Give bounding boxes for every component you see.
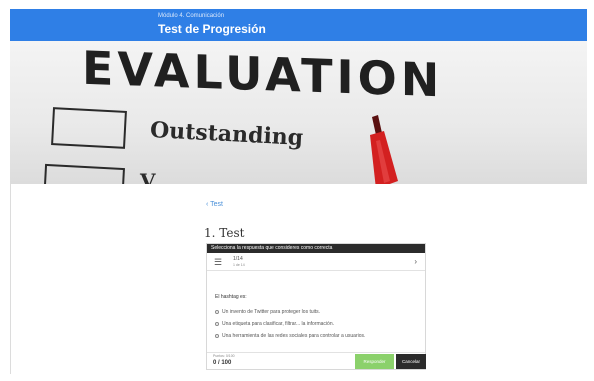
hero-item-outstanding: Outstanding xyxy=(149,117,304,151)
instruction-bar: Selecciona la respuesta que consideres c… xyxy=(207,244,425,253)
divider xyxy=(207,352,425,353)
menu-icon[interactable]: ☰ xyxy=(214,257,222,268)
hero-image: EVALUATION Outstanding V xyxy=(10,41,587,184)
score-value: 0 / 100 xyxy=(213,360,232,366)
page: Módulo 4. Comunicación Test de Progresió… xyxy=(0,0,594,381)
radio-icon[interactable] xyxy=(215,334,219,338)
checkbox-graphic xyxy=(43,163,125,184)
hero-item-fragment: V xyxy=(140,169,156,184)
divider xyxy=(10,184,11,374)
hero-heading: EVALUATION xyxy=(82,41,444,108)
cancel-button[interactable]: Cancelar xyxy=(396,354,426,369)
submit-button[interactable]: Responder xyxy=(355,354,394,369)
quiz-card: Selecciona la respuesta que consideres c… xyxy=(206,243,426,370)
page-title: Test de Progresión xyxy=(158,22,266,36)
question-stem: El hashtag es: xyxy=(215,294,247,300)
answer-option-label: Una herramienta de las redes sociales pa… xyxy=(222,333,366,339)
answer-option-label: Un invento de Twitter para proteger los … xyxy=(222,309,321,315)
answer-option[interactable]: Un invento de Twitter para proteger los … xyxy=(215,309,320,315)
radio-icon[interactable] xyxy=(215,310,219,314)
score-label: Puntos: 0/100 xyxy=(213,354,235,358)
question-nav: ☰ 1/14 1 de 14 › xyxy=(207,253,425,271)
progress-counter: 1/14 xyxy=(233,256,243,262)
back-link[interactable]: ‹ Test xyxy=(206,201,223,208)
chevron-right-icon[interactable]: › xyxy=(414,257,417,266)
question-title: 1. Test xyxy=(204,226,245,240)
answer-option-label: Una etiqueta para clasificar, filtrar...… xyxy=(222,321,334,327)
radio-icon[interactable] xyxy=(215,322,219,326)
progress-subtext: 1 de 14 xyxy=(233,263,245,267)
checkbox-graphic xyxy=(51,107,127,149)
answer-option[interactable]: Una etiqueta para clasificar, filtrar...… xyxy=(215,321,334,327)
top-header: Módulo 4. Comunicación Test de Progresió… xyxy=(10,9,587,41)
marker-pen-icon xyxy=(370,115,398,184)
module-subtitle: Módulo 4. Comunicación xyxy=(158,13,225,19)
answer-option[interactable]: Una herramienta de las redes sociales pa… xyxy=(215,333,365,339)
